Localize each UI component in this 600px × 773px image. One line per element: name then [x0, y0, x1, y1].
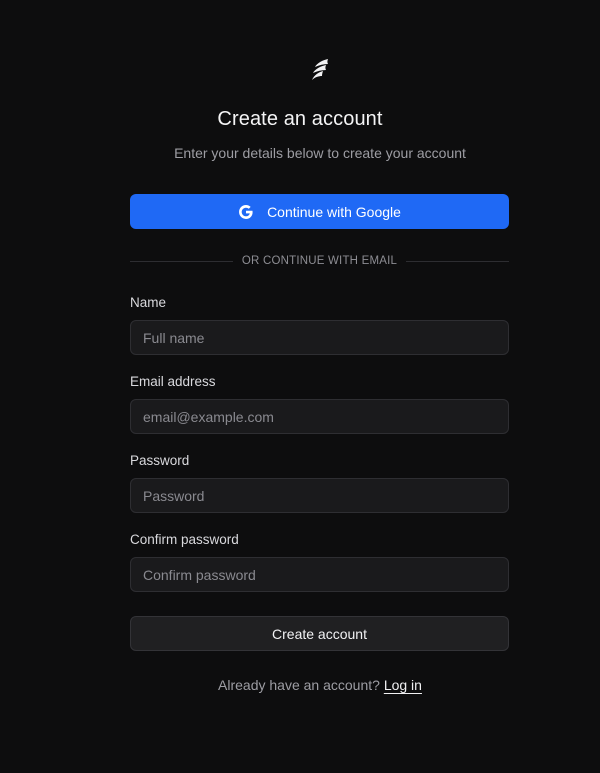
- email-label: Email address: [130, 374, 216, 389]
- google-g-icon: [239, 204, 253, 219]
- password-input[interactable]: [130, 478, 509, 513]
- email-input[interactable]: [130, 399, 509, 434]
- signup-page: Create an account Enter your details bel…: [0, 0, 600, 773]
- divider-line-left: [130, 260, 233, 262]
- log-in-link[interactable]: Log in: [384, 677, 422, 693]
- login-prompt: Already have an account? Log in: [0, 677, 600, 693]
- page-subtitle: Enter your details below to create your …: [174, 145, 466, 161]
- divider-line-right: [406, 260, 509, 262]
- name-input[interactable]: [130, 320, 509, 355]
- flame-logo-icon: [312, 59, 328, 80]
- create-account-button[interactable]: Create account: [130, 616, 509, 651]
- page-title: Create an account: [217, 108, 383, 130]
- divider: OR CONTINUE WITH EMAIL: [130, 253, 509, 269]
- divider-text: OR CONTINUE WITH EMAIL: [241, 255, 398, 267]
- name-label: Name: [130, 295, 167, 310]
- confirm-password-input[interactable]: [130, 557, 509, 592]
- continue-with-google-button[interactable]: Continue with Google: [130, 194, 509, 229]
- google-button-label: Continue with Google: [267, 203, 401, 220]
- login-prompt-text: Already have an account?: [218, 677, 380, 693]
- password-label: Password: [130, 453, 190, 468]
- confirm-password-label: Confirm password: [130, 532, 239, 547]
